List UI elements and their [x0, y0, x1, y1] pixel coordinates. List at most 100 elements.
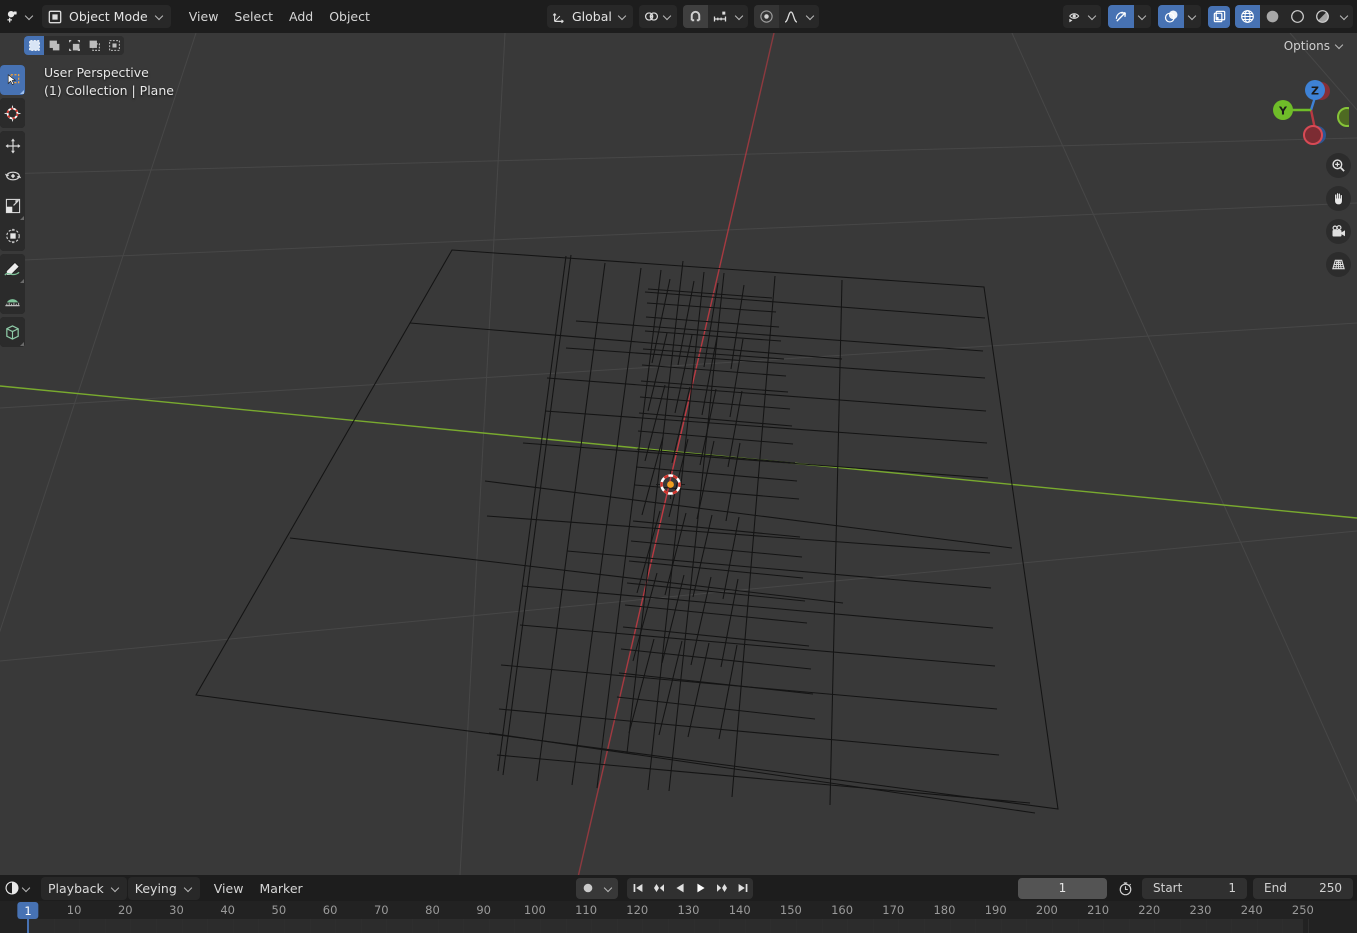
plane-mesh: [195, 249, 1059, 814]
select-mode-extend[interactable]: [64, 36, 84, 55]
viewport-menus: View Select Add Object: [181, 5, 378, 28]
chevron-down-icon: [184, 884, 193, 893]
chevron-down-icon: [663, 12, 672, 21]
nav-toggle-projection-button[interactable]: [1326, 252, 1351, 277]
playhead-badge[interactable]: 1: [17, 902, 39, 919]
select-mode-subtract[interactable]: [84, 36, 104, 55]
ruler-tick-line: [1154, 919, 1156, 933]
transform-orientation-selector[interactable]: Global: [547, 5, 633, 28]
snapping-chevron-down-icon[interactable]: [732, 5, 748, 28]
ruler-tick-line: [975, 919, 977, 933]
tool-tweak[interactable]: [0, 65, 25, 95]
ruler-tick-label: 100: [523, 903, 546, 917]
tool-cursor[interactable]: [0, 98, 25, 128]
mode-selector[interactable]: Object Mode: [42, 5, 171, 28]
timeline-frame-band: [28, 919, 1303, 933]
menu-view[interactable]: View: [206, 877, 252, 900]
editor-type-selector[interactable]: [2, 5, 37, 28]
start-frame-field[interactable]: Start 1: [1142, 877, 1247, 899]
shading-material-preview-icon[interactable]: [1285, 5, 1310, 28]
use-preview-range-button[interactable]: [1114, 878, 1136, 899]
nav-camera-button[interactable]: [1326, 219, 1351, 244]
proportional-chevron-down-icon[interactable]: [803, 5, 819, 28]
menu-playback-label: Playback: [48, 880, 104, 896]
ruler-tick-line: [1256, 919, 1258, 933]
overlays-chevron-down-icon[interactable]: [1184, 5, 1201, 28]
ruler-tick-line: [514, 919, 516, 933]
gizmo-chevron-down-icon[interactable]: [1134, 5, 1151, 28]
auto-keying-chevron-down-icon[interactable]: [599, 878, 618, 899]
3d-viewport[interactable]: Options User Perspective (1) Collection …: [0, 33, 1357, 875]
tool-scale[interactable]: [0, 191, 25, 221]
tool-move[interactable]: [0, 131, 25, 161]
nav-zoom-button[interactable]: [1326, 153, 1351, 178]
xray-toggle-icon[interactable]: [1208, 5, 1230, 28]
prev-keyframe-icon[interactable]: [648, 878, 669, 899]
ruler-tick-label: 200: [1035, 903, 1058, 917]
menu-object[interactable]: Object: [321, 5, 378, 28]
menu-keying[interactable]: Keying: [127, 876, 200, 900]
viewport-options-button[interactable]: Options: [1277, 36, 1351, 56]
ruler-tick-label: 110: [575, 903, 598, 917]
select-mode-difference[interactable]: [104, 36, 124, 55]
tool-group-add: [0, 317, 25, 347]
nav-pan-button[interactable]: [1326, 186, 1351, 211]
end-frame-field[interactable]: End 250: [1253, 877, 1353, 899]
menu-marker[interactable]: Marker: [251, 877, 310, 900]
magnet-icon[interactable]: [682, 5, 708, 28]
hand-pan-icon: [1331, 191, 1346, 206]
ruler-tick-line: [898, 919, 900, 933]
ruler-tick-line: [488, 919, 490, 933]
jump-to-start-icon[interactable]: [627, 878, 648, 899]
chevron-down-icon: [22, 884, 31, 893]
viewport-canvas: [0, 33, 1357, 875]
tool-group-annotate: [0, 254, 25, 314]
snap-increment-icon[interactable]: [708, 5, 732, 28]
ruler-tick-line: [719, 919, 721, 933]
tool-measure[interactable]: [0, 284, 25, 314]
object-visibility-selector[interactable]: [1063, 5, 1101, 28]
select-mode-tweak[interactable]: [24, 36, 44, 55]
ruler-tick-line: [258, 919, 260, 933]
menu-view[interactable]: View: [181, 5, 227, 28]
tool-annotate[interactable]: [0, 254, 25, 284]
tool-transform[interactable]: [0, 221, 25, 251]
select-mode-set[interactable]: [44, 36, 64, 55]
ruler-tick-line: [872, 919, 874, 933]
tool-add-cube[interactable]: [0, 317, 25, 347]
ruler-tick-line: [821, 919, 823, 933]
ruler-tick-line: [1077, 919, 1079, 933]
pivot-point-selector[interactable]: [638, 5, 677, 28]
shading-wireframe-icon[interactable]: [1235, 5, 1260, 28]
tool-rotate[interactable]: [0, 161, 25, 191]
ruler-tick-line: [1282, 919, 1284, 933]
gizmo-icon[interactable]: [1108, 5, 1134, 28]
play-reverse-icon[interactable]: [669, 878, 690, 899]
overlays-icon[interactable]: [1158, 5, 1184, 28]
falloff-smooth-icon[interactable]: [779, 5, 803, 28]
menu-select[interactable]: Select: [226, 5, 281, 28]
shading-chevron-down-icon[interactable]: [1335, 5, 1353, 28]
current-frame-field[interactable]: 1: [1018, 877, 1107, 899]
menu-keying-label: Keying: [134, 880, 177, 896]
svg-text:Y: Y: [1278, 105, 1288, 118]
record-dot-icon[interactable]: [576, 878, 599, 899]
menu-playback[interactable]: Playback: [41, 876, 127, 900]
overlays-controls: [1158, 5, 1201, 28]
timeline-editor-type-selector[interactable]: [2, 877, 34, 900]
timeline-ruler[interactable]: 10 20 30 40 50 60 70 80 90 100 110 120 130 140 150 160 1…: [0, 901, 1357, 933]
shading-solid-icon[interactable]: [1260, 5, 1285, 28]
navigation-gizmo[interactable]: Z Y: [1269, 69, 1349, 149]
ruler-tick-label: 180: [933, 903, 956, 917]
jump-to-end-icon[interactable]: [732, 878, 753, 899]
proportional-edit-icon[interactable]: [753, 5, 779, 28]
ruler-tick-label: 160: [831, 903, 854, 917]
ruler-tick-line: [668, 919, 669, 933]
shading-rendered-icon[interactable]: [1310, 5, 1335, 28]
next-keyframe-icon[interactable]: [711, 878, 732, 899]
menu-add[interactable]: Add: [281, 5, 321, 28]
playback-button-group: [627, 877, 753, 899]
play-icon[interactable]: [690, 878, 711, 899]
tool-group-select: [0, 65, 25, 95]
ruler-tick-line: [412, 919, 413, 933]
